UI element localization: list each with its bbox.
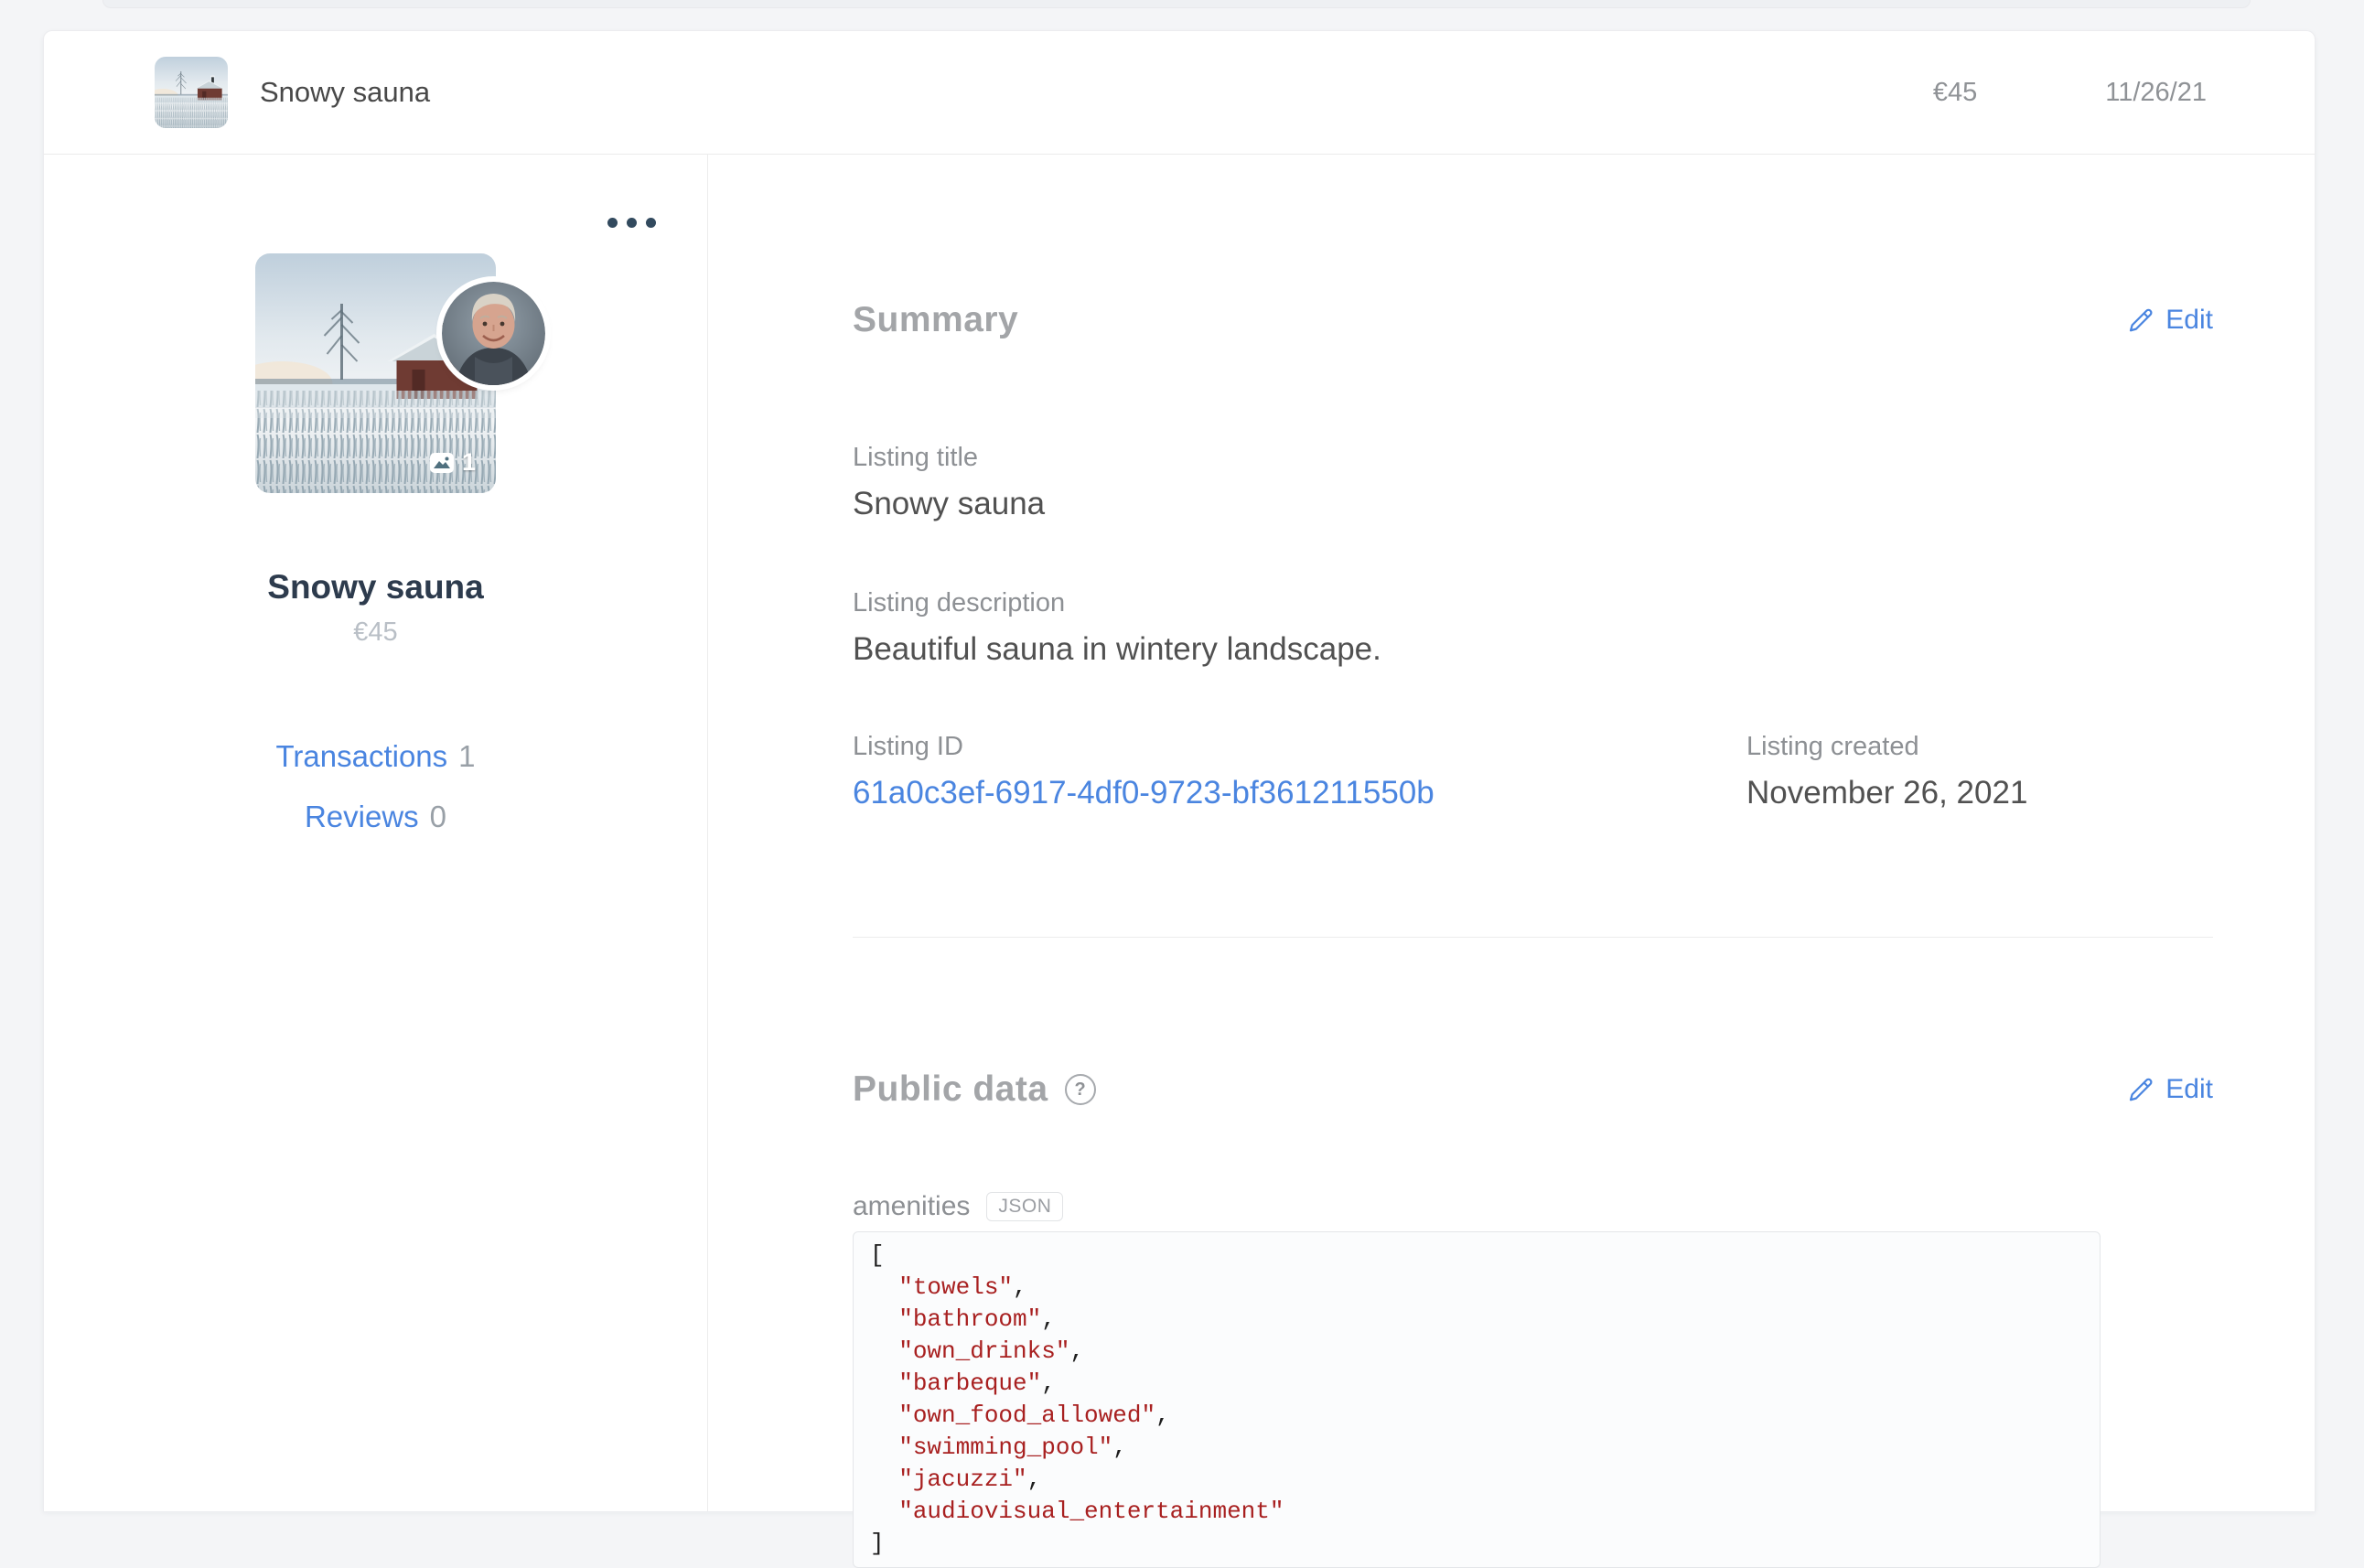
- listing-description-field: Listing description Beautiful sauna in w…: [853, 588, 2213, 668]
- listing-title-label: Listing title: [853, 443, 979, 473]
- listing-created-field: Listing created November 26, 2021: [1746, 732, 2213, 811]
- listing-image[interactable]: 1: [255, 253, 545, 493]
- listing-content: Summary Edit Listing title Snowy sauna L…: [708, 155, 2315, 1568]
- image-count-badge: 1: [429, 448, 476, 477]
- listing-title-value: Snowy sauna: [853, 486, 1046, 522]
- summary-edit-button[interactable]: Edit: [2127, 305, 2213, 336]
- reviews-label: Reviews: [304, 800, 419, 833]
- reviews-link[interactable]: Reviews 0: [305, 800, 446, 834]
- provider-avatar[interactable]: [442, 282, 545, 385]
- photo-icon: [429, 452, 454, 473]
- sidebar-listing-price: €45: [353, 618, 398, 647]
- listing-meta-row: Listing ID 61a0c3ef-6917-4df0-9723-bf361…: [853, 732, 2213, 811]
- summary-heading: Summary: [853, 300, 1019, 340]
- summary-edit-label: Edit: [2165, 305, 2213, 336]
- amenities-label: amenities: [853, 1190, 971, 1221]
- json-code: [ "towels", "bathroom", "own_drinks", "b…: [853, 1230, 2101, 1568]
- json-type-badge: JSON: [986, 1191, 1064, 1221]
- listing-detail-card: Snowy sauna €45 11/26/21 1 Snowy sauna €…: [43, 30, 2316, 1568]
- transactions-link[interactable]: Transactions 1: [275, 739, 475, 774]
- public-data-edit-button[interactable]: Edit: [2127, 1074, 2213, 1105]
- listing-id-field: Listing ID 61a0c3ef-6917-4df0-9723-bf361…: [853, 732, 1746, 811]
- reviews-count: 0: [429, 800, 447, 833]
- public-data-section-header: Public data ? Edit: [853, 1046, 2213, 1133]
- listing-created-label: Listing created: [1746, 732, 1919, 762]
- pencil-icon: [2130, 308, 2153, 332]
- summary-section-header: Summary Edit: [853, 276, 2213, 364]
- header-listing-date: 11/26/21: [2105, 77, 2207, 107]
- public-data-section: Public data ? Edit amenities JSON [ "tow…: [853, 938, 2213, 1568]
- listing-sidebar: 1 Snowy sauna €45 Transactions 1 Reviews 0: [44, 155, 708, 1511]
- ellipsis-dot: [646, 218, 656, 228]
- listing-description-value: Beautiful sauna in wintery landscape.: [853, 631, 1381, 668]
- public-data-edit-label: Edit: [2165, 1074, 2213, 1105]
- header-listing-title: Snowy sauna: [260, 76, 431, 108]
- summary-section: Summary Edit Listing title Snowy sauna L…: [853, 155, 2213, 939]
- listing-id-link[interactable]: 61a0c3ef-6917-4df0-9723-bf361211550b: [853, 775, 1435, 811]
- header-listing-price: €45: [1932, 77, 1978, 107]
- sidebar-links: Transactions 1 Reviews 0: [275, 739, 475, 834]
- ellipsis-dot: [607, 218, 618, 228]
- amenities-field-header: amenities JSON: [853, 1191, 2213, 1222]
- listing-id-label: Listing ID: [853, 732, 963, 762]
- listing-description-label: Listing description: [853, 588, 1066, 618]
- listing-created-value: November 26, 2021: [1746, 775, 2028, 811]
- sidebar-listing-title: Snowy sauna: [267, 568, 484, 606]
- winter-scene-image: [155, 57, 228, 128]
- more-menu-button[interactable]: [602, 212, 661, 233]
- card-body: 1 Snowy sauna €45 Transactions 1 Reviews 0…: [44, 155, 2315, 1568]
- ellipsis-dot: [627, 218, 637, 228]
- transactions-count: 1: [458, 739, 476, 773]
- previous-card-remnant: [102, 0, 2251, 8]
- listing-title-field: Listing title Snowy sauna: [853, 443, 2213, 522]
- image-count: 1: [461, 448, 476, 476]
- listing-header-row: Snowy sauna €45 11/26/21: [44, 31, 2315, 155]
- help-icon[interactable]: ?: [1064, 1074, 1096, 1106]
- public-data-heading: Public data: [853, 1069, 1048, 1110]
- pencil-icon: [2130, 1079, 2153, 1101]
- transactions-label: Transactions: [275, 739, 448, 773]
- listing-thumbnail: [155, 57, 228, 128]
